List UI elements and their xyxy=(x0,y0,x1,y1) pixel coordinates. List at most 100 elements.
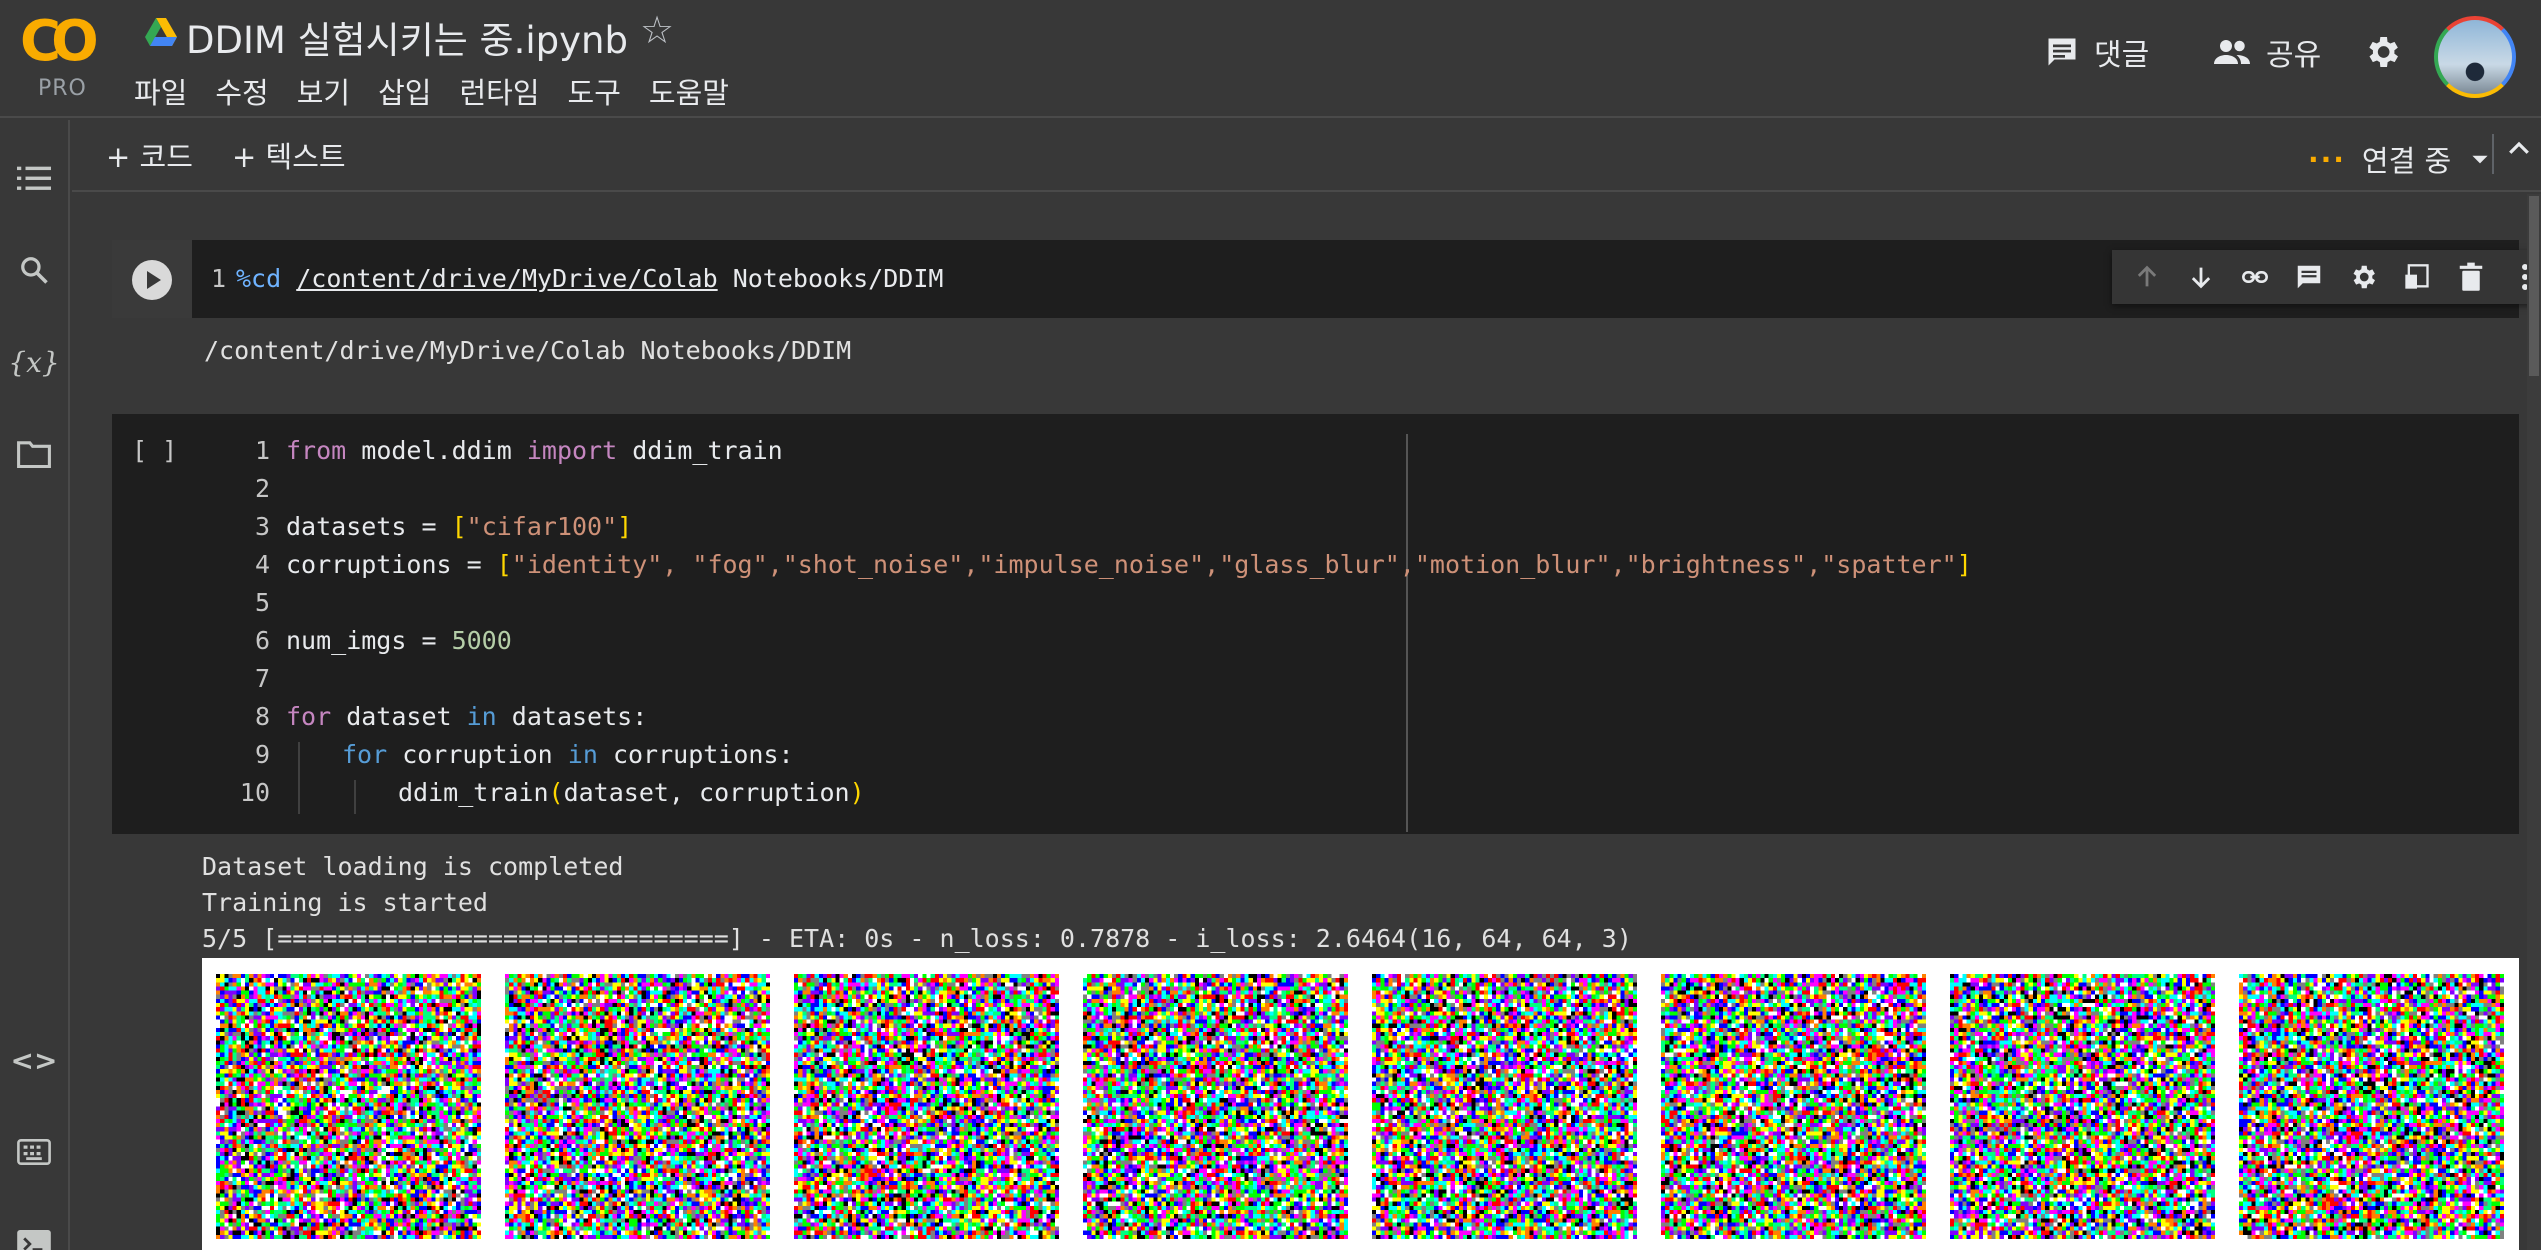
table-of-contents-icon[interactable] xyxy=(14,158,54,198)
bracket: ] xyxy=(1956,550,1972,579)
code-line-4: corruptions = ["identity", "fog","shot_n… xyxy=(286,546,1972,584)
output-line: Training is started xyxy=(202,888,488,917)
more-vert-icon[interactable] xyxy=(2506,258,2527,296)
menu-view[interactable]: 보기 xyxy=(283,70,364,112)
code-line-3: datasets = ["cifar100"] xyxy=(286,508,632,546)
line-number: 3 xyxy=(254,512,270,541)
keyword: from xyxy=(286,436,347,465)
code-line-10: ddim_train(dataset, corruption) xyxy=(398,774,865,812)
execution-marker[interactable]: [ ] xyxy=(132,432,177,470)
run-cell-button[interactable] xyxy=(132,260,172,300)
comment-label: 댓글 xyxy=(2094,38,2150,73)
notebook-toolbar: + 코드 + 텍스트 ··· 연결 중 xyxy=(72,120,2541,192)
link-icon[interactable] xyxy=(2236,258,2274,296)
cell-toolbar xyxy=(2112,250,2527,304)
mirror-cell-icon[interactable] xyxy=(2398,258,2436,296)
line-number: 1 xyxy=(210,264,226,293)
output-line: Dataset loading is completed xyxy=(202,852,624,881)
generated-images-strip xyxy=(202,958,2519,1250)
gear-icon[interactable] xyxy=(2344,258,2382,296)
share-label: 공유 xyxy=(2266,38,2322,73)
chevron-up-icon xyxy=(2509,141,2529,154)
bracket: [ xyxy=(496,550,512,579)
runtime-connect-button[interactable]: ··· 연결 중 xyxy=(2308,138,2493,180)
code-line-6: num_imgs = 5000 xyxy=(286,622,512,660)
star-icon[interactable]: ☆ xyxy=(640,8,674,52)
keyword: for xyxy=(342,740,388,769)
add-text-button[interactable]: + 텍스트 xyxy=(232,134,346,176)
main-scrollbar[interactable] xyxy=(2527,194,2541,1250)
cell-output: /content/drive/MyDrive/Colab Notebooks/D… xyxy=(112,318,2519,388)
code-token: dataset, corruption xyxy=(563,778,850,807)
menu-edit[interactable]: 수정 xyxy=(201,70,282,112)
line-number: 7 xyxy=(254,664,270,693)
generated-noise-image xyxy=(1083,974,1348,1239)
keyword: in xyxy=(567,740,598,769)
settings-button[interactable] xyxy=(2362,32,2402,72)
command-palette-icon[interactable] xyxy=(14,1132,54,1172)
add-code-button[interactable]: + 코드 xyxy=(106,134,193,176)
menu-bar: 파일 수정 보기 삽입 런타임 도구 도움말 xyxy=(134,70,743,112)
menu-help[interactable]: 도움말 xyxy=(635,70,743,112)
line-length-ruler xyxy=(1406,434,1408,832)
string: "cifar100" xyxy=(466,512,618,541)
line-number: 6 xyxy=(254,626,270,655)
delete-icon[interactable] xyxy=(2452,258,2490,296)
collapse-header-button[interactable] xyxy=(2492,134,2532,174)
path-link[interactable]: /content/drive/MyDrive/Colab xyxy=(296,264,717,293)
comment-icon xyxy=(2048,38,2076,66)
indent-guide xyxy=(354,780,356,814)
menu-file[interactable]: 파일 xyxy=(134,70,201,112)
code-cell-cd[interactable]: 1 %cd /content/drive/MyDrive/Colab Noteb… xyxy=(112,240,2527,388)
connect-status: 연결 중 xyxy=(2361,144,2452,178)
progress-line: 5/5 [==============================] - E… xyxy=(202,924,1632,953)
indent-guide xyxy=(298,742,300,814)
gear-icon xyxy=(2369,37,2398,67)
number: 5000 xyxy=(451,626,512,655)
terminal-icon[interactable] xyxy=(14,1224,54,1250)
menu-runtime[interactable]: 런타임 xyxy=(446,70,554,112)
output-text: /content/drive/MyDrive/Colab Notebooks/D… xyxy=(204,336,852,365)
google-drive-icon[interactable] xyxy=(145,18,177,46)
bracket: [ xyxy=(451,512,467,541)
move-up-icon[interactable] xyxy=(2128,258,2166,296)
chevron-down-icon[interactable] xyxy=(2467,146,2493,172)
line-number: 9 xyxy=(254,740,270,769)
code-line-9: for corruption in corruptions: xyxy=(342,736,794,774)
code-line-8: for dataset in datasets: xyxy=(286,698,647,736)
people-icon xyxy=(2214,40,2250,64)
string-list: "identity", "fog","shot_noise","impulse_… xyxy=(511,550,1957,579)
comment-icon[interactable] xyxy=(2290,258,2328,296)
variables-icon[interactable]: {x} xyxy=(8,342,59,382)
menu-tools[interactable]: 도구 xyxy=(554,70,635,112)
code-line: %cd /content/drive/MyDrive/Colab Noteboo… xyxy=(236,260,943,298)
code-editor[interactable]: [ ] 1 2 3 4 5 6 7 8 9 10 from model.ddim… xyxy=(112,414,2519,834)
generated-noise-image xyxy=(794,974,1059,1239)
run-button-area xyxy=(112,240,192,318)
colab-logo[interactable]: CO PRO xyxy=(18,12,106,102)
code-token: model.ddim xyxy=(346,436,527,465)
notebook-title[interactable]: DDIM 실험시키는 중.ipynb xyxy=(186,10,628,64)
generated-noise-image xyxy=(1661,974,1926,1239)
code-snippets-icon[interactable]: <> xyxy=(11,1040,58,1080)
bracket: ] xyxy=(617,512,633,541)
function-call: ddim_train xyxy=(398,778,549,807)
keyword: in xyxy=(466,702,497,731)
move-down-icon[interactable] xyxy=(2182,258,2220,296)
code-cell-train[interactable]: [ ] 1 2 3 4 5 6 7 8 9 10 from model.ddim… xyxy=(112,414,2519,834)
folder-icon[interactable] xyxy=(14,434,54,474)
comment-button[interactable]: 댓글 xyxy=(2044,30,2149,74)
scrollbar-thumb[interactable] xyxy=(2529,196,2539,376)
generated-noise-image xyxy=(2239,974,2504,1239)
share-button[interactable]: 공유 xyxy=(2212,30,2321,74)
menu-insert[interactable]: 삽입 xyxy=(364,70,445,112)
code-token: corruptions = xyxy=(286,550,497,579)
left-sidebar: {x} <> xyxy=(0,120,70,1250)
code-token: num_imgs = xyxy=(286,626,452,655)
code-token: dataset xyxy=(331,702,467,731)
user-avatar[interactable] xyxy=(2434,16,2516,98)
connecting-dots-icon: ··· xyxy=(2308,142,2346,176)
magic-command: %cd xyxy=(236,264,282,293)
search-icon[interactable] xyxy=(14,250,54,290)
line-number: 4 xyxy=(254,550,270,579)
